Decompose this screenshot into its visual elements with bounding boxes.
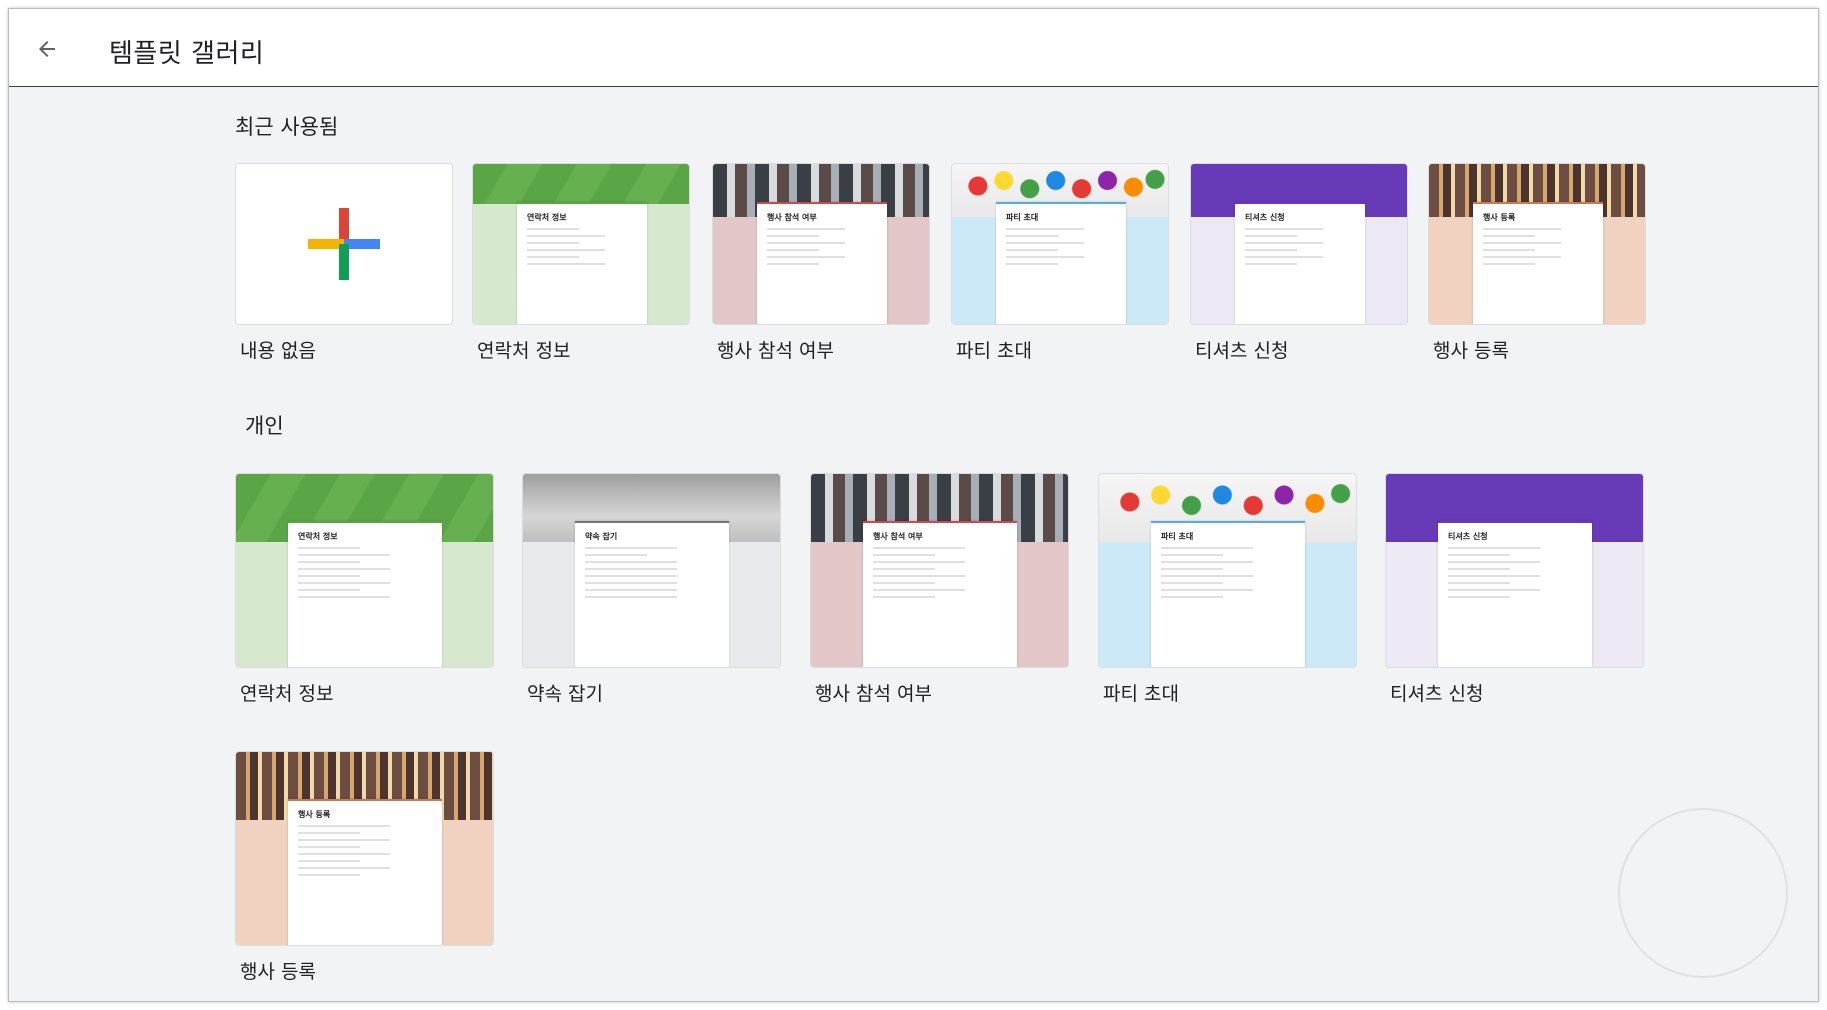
template-card-tshirt-signup[interactable]: 티셔츠 신청 티셔츠 신청: [1385, 473, 1644, 705]
template-thumbnail: 연락처 정보: [472, 163, 690, 325]
template-thumbnail: 티셔츠 신청: [1385, 473, 1644, 668]
page-title: 템플릿 갤러리: [109, 39, 265, 69]
template-thumbnail: 행사 등록: [1428, 163, 1646, 325]
template-thumbnail: 연락처 정보: [235, 473, 494, 668]
template-label: 행사 참석 여부: [815, 683, 932, 705]
template-card-contact-info[interactable]: 연락처 정보 연락처 정보: [472, 163, 690, 363]
template-label: 연락처 정보: [477, 340, 571, 362]
plus-icon: [308, 208, 380, 280]
template-thumbnail: 티셔츠 신청: [1190, 163, 1408, 325]
back-button[interactable]: [27, 29, 67, 69]
template-label: 파티 초대: [1103, 683, 1179, 705]
template-card-tshirt-signup[interactable]: 티셔츠 신청 티셔츠 신청: [1190, 163, 1408, 363]
template-label: 행사 등록: [240, 961, 316, 983]
template-card-party-invite[interactable]: 파티 초대 파티 초대: [1098, 473, 1357, 705]
template-card-contact-info[interactable]: 연락처 정보 연락처 정보: [235, 473, 494, 705]
template-card-party-invite[interactable]: 파티 초대 파티 초대: [951, 163, 1169, 363]
gallery-content: 최근 사용됨 내용 없음 연락처 정보 연락처 정보 행사 참석 여부 행사 참…: [9, 87, 1818, 1001]
template-card-event-registration[interactable]: 행사 등록 행사 등록: [235, 751, 494, 983]
template-card-event-rsvp[interactable]: 행사 참석 여부 행사 참석 여부: [810, 473, 1069, 705]
template-label: 파티 초대: [956, 340, 1032, 362]
template-thumbnail: 파티 초대: [1098, 473, 1357, 668]
template-label: 내용 없음: [240, 340, 316, 362]
template-thumbnail: [235, 163, 453, 325]
template-thumbnail: 행사 등록: [235, 751, 494, 946]
template-thumbnail: 행사 참석 여부: [712, 163, 930, 325]
template-card-event-rsvp[interactable]: 행사 참석 여부 행사 참석 여부: [712, 163, 930, 363]
arrow-left-icon: [39, 41, 55, 57]
section-title-personal: 개인: [245, 414, 284, 438]
template-card-blank[interactable]: 내용 없음: [235, 163, 453, 363]
template-thumbnail: 파티 초대: [951, 163, 1169, 325]
top-app-bar: 템플릿 갤러리: [9, 9, 1818, 87]
section-title-recent: 최근 사용됨: [235, 115, 339, 139]
watermark-logo: [1618, 808, 1788, 978]
template-label: 연락처 정보: [240, 683, 334, 705]
template-card-appointment[interactable]: 약속 잡기 약속 잡기: [522, 473, 781, 705]
template-label: 행사 등록: [1433, 340, 1509, 362]
window-frame: 템플릿 갤러리 최근 사용됨 내용 없음 연락처 정보 연락처 정보 행사 참석…: [8, 8, 1819, 1002]
template-thumbnail: 약속 잡기: [522, 473, 781, 668]
template-label: 티셔츠 신청: [1390, 683, 1484, 705]
template-card-event-registration[interactable]: 행사 등록 행사 등록: [1428, 163, 1646, 363]
template-thumbnail: 행사 참석 여부: [810, 473, 1069, 668]
template-label: 티셔츠 신청: [1195, 340, 1289, 362]
template-label: 행사 참석 여부: [717, 340, 834, 362]
template-label: 약속 잡기: [527, 683, 603, 705]
